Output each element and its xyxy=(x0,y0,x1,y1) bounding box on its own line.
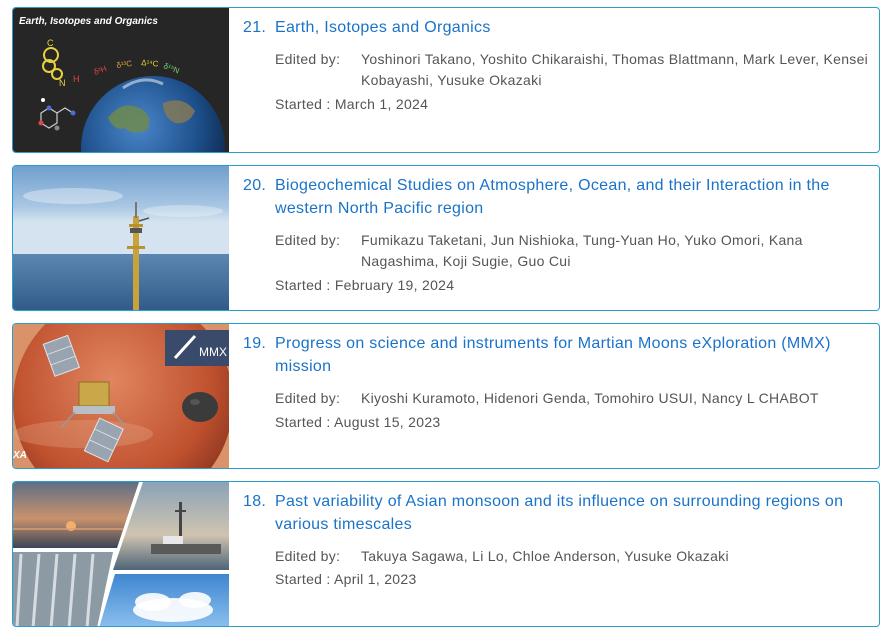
issue-thumbnail[interactable] xyxy=(13,482,229,626)
edited-by-row: Edited by: Kiyoshi Kuramoto, Hidenori Ge… xyxy=(275,388,871,409)
started-date: March 1, 2024 xyxy=(334,96,429,112)
issue-thumbnail[interactable]: MMX XA xyxy=(13,324,229,468)
issue-title-link[interactable]: 20. Biogeochemical Studies on Atmosphere,… xyxy=(243,174,871,220)
started-row: Started : April 1, 2023 xyxy=(275,569,871,590)
svg-text:H: H xyxy=(73,74,80,84)
editors: Takuya Sagawa, Li Lo, Chloe Anderson, Yu… xyxy=(361,548,729,564)
edited-by-row: Edited by: Fumikazu Taketani, Jun Nishio… xyxy=(275,230,871,272)
issue-card: C N H Earth, Isotopes and Organics δ²H δ… xyxy=(12,7,880,153)
svg-text:Δ¹⁴C: Δ¹⁴C xyxy=(141,58,159,68)
issue-number: 18. xyxy=(243,493,267,510)
svg-text:N: N xyxy=(59,78,66,88)
issue-title: Earth, Isotopes and Organics xyxy=(275,19,491,36)
issue-number: 20. xyxy=(243,177,267,194)
editors: Yoshinori Takano, Yoshito Chikaraishi, T… xyxy=(361,51,869,88)
edited-by-label: Edited by: xyxy=(275,548,341,564)
monsoon-collage-image xyxy=(13,482,229,626)
started-row: Started : March 1, 2024 xyxy=(275,94,871,115)
issue-title: Past variability of Asian monsoon and it… xyxy=(275,493,844,533)
issue-thumbnail[interactable] xyxy=(13,166,229,310)
started-label: Started : xyxy=(275,277,331,293)
thumbnail-caption: Earth, Isotopes and Organics xyxy=(19,16,158,27)
edited-by-label: Edited by: xyxy=(275,232,341,248)
svg-text:C: C xyxy=(47,38,54,48)
started-row: Started : February 19, 2024 xyxy=(275,275,871,296)
ocean-mast-image xyxy=(13,166,229,310)
editors: Kiyoshi Kuramoto, Hidenori Genda, Tomohi… xyxy=(361,390,819,406)
started-label: Started : xyxy=(275,96,331,112)
edited-by-row: Edited by: Yoshinori Takano, Yoshito Chi… xyxy=(275,49,871,91)
edited-by-row: Edited by: Takuya Sagawa, Li Lo, Chloe A… xyxy=(275,546,871,567)
mmx-logo: MMX xyxy=(199,345,227,359)
issue-card: MMX XA 19. Progress on science and instru… xyxy=(12,323,880,469)
issue-number: 21. xyxy=(243,19,267,36)
started-date: August 15, 2023 xyxy=(334,414,441,430)
issue-card: 18. Past variability of Asian monsoon and… xyxy=(12,481,880,627)
started-label: Started : xyxy=(275,414,331,430)
issue-title: Progress on science and instruments for … xyxy=(275,335,831,375)
editors: Fumikazu Taketani, Jun Nishioka, Tung-Yu… xyxy=(361,232,803,269)
edited-by-label: Edited by: xyxy=(275,390,341,406)
issue-title-link[interactable]: 18. Past variability of Asian monsoon and… xyxy=(243,490,871,536)
started-date: April 1, 2023 xyxy=(334,571,417,587)
edited-by-label: Edited by: xyxy=(275,51,341,67)
jaxa-logo: XA xyxy=(13,450,27,461)
issue-number: 19. xyxy=(243,335,267,352)
started-date: February 19, 2024 xyxy=(334,277,455,293)
started-label: Started : xyxy=(275,571,331,587)
issue-card: 20. Biogeochemical Studies on Atmosphere,… xyxy=(12,165,880,311)
issue-title-link[interactable]: 19. Progress on science and instruments f… xyxy=(243,332,871,378)
issue-thumbnail[interactable]: C N H Earth, Isotopes and Organics δ²H δ… xyxy=(13,8,229,152)
issue-title: Biogeochemical Studies on Atmosphere, Oc… xyxy=(275,177,830,217)
earth-isotopes-image: C N H Earth, Isotopes and Organics δ²H δ… xyxy=(13,8,229,152)
started-row: Started : August 15, 2023 xyxy=(275,412,871,433)
issue-title-link[interactable]: 21. Earth, Isotopes and Organics xyxy=(243,16,871,39)
special-issue-list: C N H Earth, Isotopes and Organics δ²H δ… xyxy=(0,0,895,634)
mars-spacecraft-image: MMX XA xyxy=(13,324,229,468)
